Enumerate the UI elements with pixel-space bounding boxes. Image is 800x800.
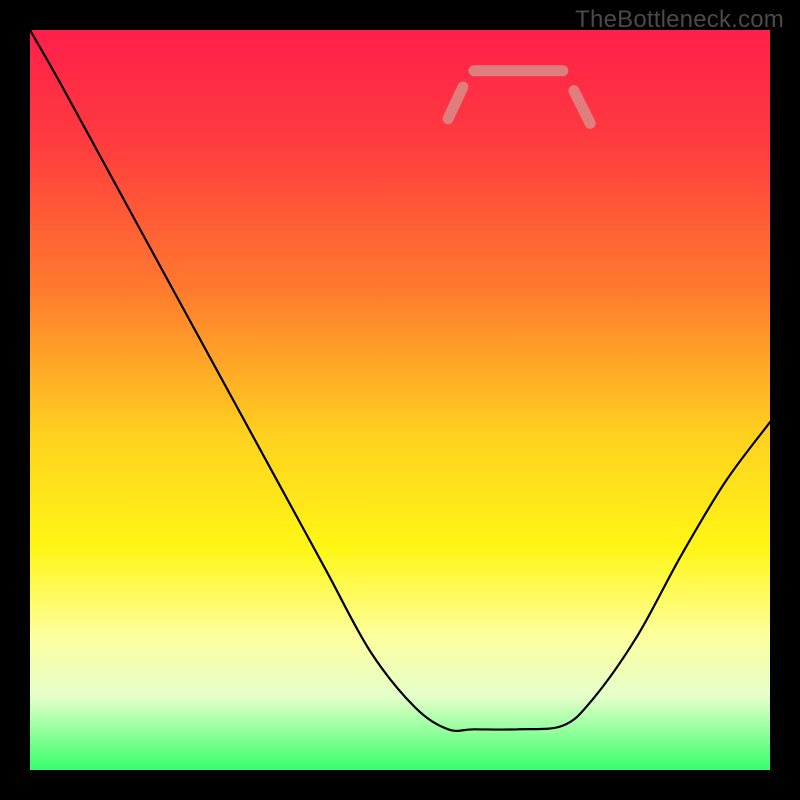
bottleneck-chart bbox=[30, 30, 770, 770]
chart-svg bbox=[30, 30, 770, 770]
watermark-text: TheBottleneck.com bbox=[575, 6, 784, 34]
chart-background bbox=[30, 30, 770, 770]
